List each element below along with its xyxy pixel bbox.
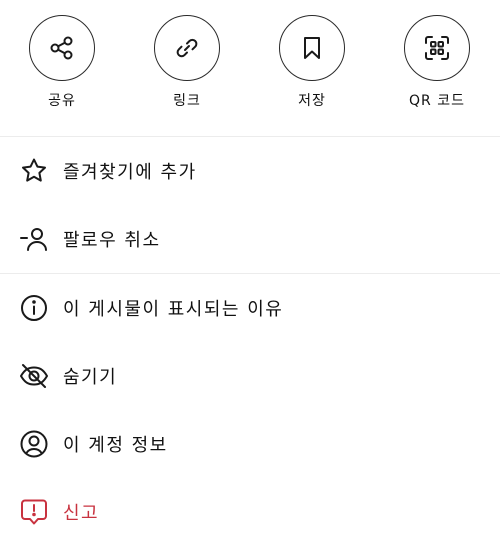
- qr-code-icon: [425, 36, 449, 60]
- unfollow-user-icon: [18, 223, 50, 255]
- hide-label: 숨기기: [63, 367, 118, 388]
- link-icon: [176, 38, 198, 58]
- share-action[interactable]: 공유: [17, 15, 107, 125]
- why-shown-item[interactable]: 이 게시물이 표시되는 이유: [0, 274, 500, 342]
- about-account-label: 이 계정 정보: [63, 435, 168, 456]
- share-actions-row: 공유 링크 저장 QR 코드: [0, 0, 500, 137]
- link-label: 링크: [173, 93, 201, 109]
- report-icon: [18, 496, 50, 528]
- info-icon: [18, 292, 50, 324]
- eye-off-icon: [18, 360, 50, 392]
- add-to-favorites-label: 즐겨찾기에 추가: [63, 162, 197, 183]
- qr-code-action[interactable]: QR 코드: [392, 15, 482, 125]
- link-action[interactable]: 링크: [142, 15, 232, 125]
- save-button[interactable]: [279, 15, 345, 81]
- share-button[interactable]: [29, 15, 95, 81]
- hide-item[interactable]: 숨기기: [0, 342, 500, 410]
- qr-code-button[interactable]: [404, 15, 470, 81]
- report-item[interactable]: 신고: [0, 478, 500, 546]
- account-circle-icon: [18, 428, 50, 460]
- star-icon: [18, 155, 50, 187]
- report-label: 신고: [63, 503, 100, 524]
- link-button[interactable]: [154, 15, 220, 81]
- qr-code-label: QR 코드: [409, 93, 465, 109]
- why-shown-label: 이 게시물이 표시되는 이유: [63, 299, 284, 320]
- save-label: 저장: [298, 93, 326, 109]
- add-to-favorites-item[interactable]: 즐겨찾기에 추가: [0, 137, 500, 205]
- unfollow-item[interactable]: 팔로우 취소: [0, 205, 500, 273]
- unfollow-label: 팔로우 취소: [63, 230, 161, 251]
- share-icon: [50, 36, 73, 60]
- bookmark-icon: [304, 37, 320, 59]
- save-action[interactable]: 저장: [267, 15, 357, 125]
- share-label: 공유: [48, 93, 76, 109]
- about-account-item[interactable]: 이 계정 정보: [0, 410, 500, 478]
